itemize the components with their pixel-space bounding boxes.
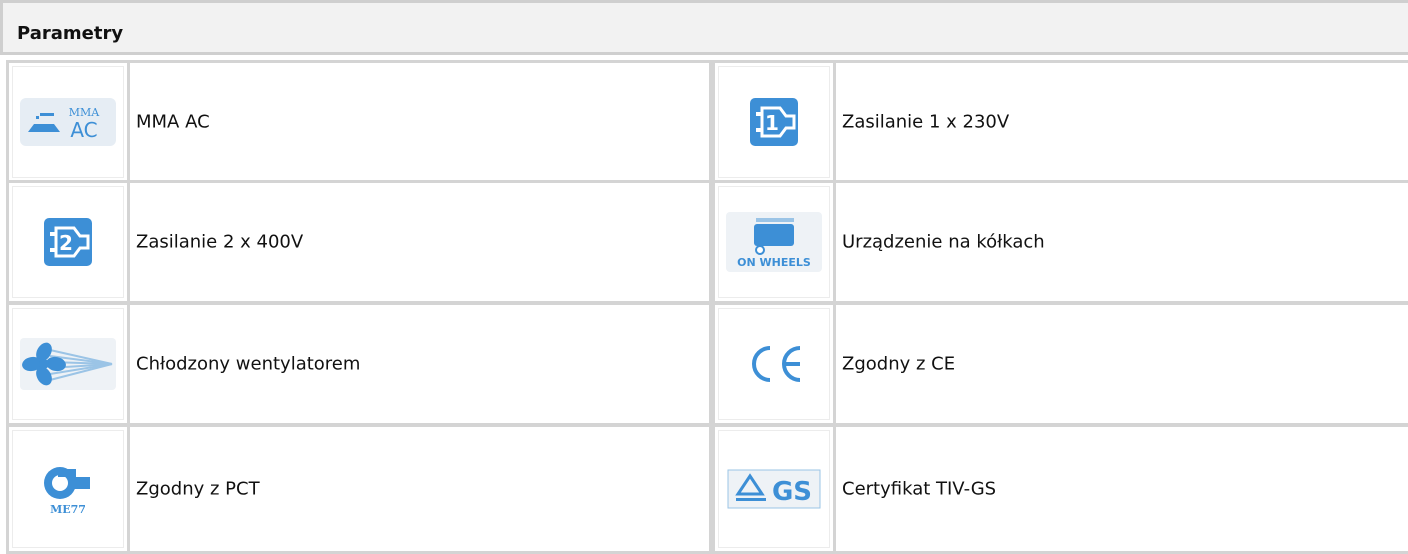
param-label: Zgodny z PCT — [136, 478, 260, 500]
svg-text:1: 1 — [765, 111, 779, 135]
mma-ac-icon: MMA AC — [6, 60, 130, 184]
param-label: MMA AC — [136, 111, 210, 133]
tiv-gs-icon: GS — [712, 424, 836, 554]
on-wheels-icon: ON WHEELS — [712, 180, 836, 304]
svg-text:GS: GS — [772, 477, 812, 507]
svg-text:2: 2 — [59, 231, 73, 255]
svg-text:ON WHEELS: ON WHEELS — [737, 256, 811, 269]
param-label-cell: Urządzenie na kółkach — [836, 180, 1408, 304]
parameters-table: Parametry MMA AC MMA AC 1 Zasilanie 1 x … — [0, 0, 1408, 554]
ce-mark-icon — [712, 302, 836, 426]
param-label-cell: Zasilanie 1 x 230V — [836, 60, 1408, 184]
table-header: Parametry — [0, 0, 1408, 55]
table-row: 2 Zasilanie 2 x 400V ON WHEELS Urządzeni… — [0, 180, 1408, 304]
pct-mark-icon: ME77 — [6, 424, 130, 554]
power-1x230v-icon: 1 — [712, 60, 836, 184]
param-label-cell: MMA AC — [130, 60, 712, 184]
table-row: MMA AC MMA AC 1 Zasilanie 1 x 230V — [0, 60, 1408, 184]
param-label: Certyfikat TIV-GS — [842, 478, 997, 500]
param-label: Zasilanie 1 x 230V — [842, 111, 1010, 133]
param-label-cell: Zasilanie 2 x 400V — [130, 180, 712, 304]
param-label-cell: Certyfikat TIV-GS — [836, 424, 1408, 554]
param-label: Urządzenie na kółkach — [842, 231, 1045, 253]
param-label: Zgodny z CE — [842, 353, 956, 375]
table-header-title: Parametry — [17, 23, 124, 44]
fan-cooled-icon — [6, 302, 130, 426]
param-label: Zasilanie 2 x 400V — [136, 231, 304, 253]
table-row: ME77 Zgodny z PCT GS Certyfikat TIV-GS — [0, 424, 1408, 554]
param-label-cell: Zgodny z CE — [836, 302, 1408, 426]
param-label-cell: Chłodzony wentylatorem — [130, 302, 712, 426]
svg-text:AC: AC — [70, 118, 97, 142]
table-row: Chłodzony wentylatorem Zgodny z CE — [0, 302, 1408, 426]
param-label: Chłodzony wentylatorem — [136, 353, 361, 375]
param-label-cell: Zgodny z PCT — [130, 424, 712, 554]
power-2x400v-icon: 2 — [6, 180, 130, 304]
svg-text:ME77: ME77 — [50, 503, 86, 516]
